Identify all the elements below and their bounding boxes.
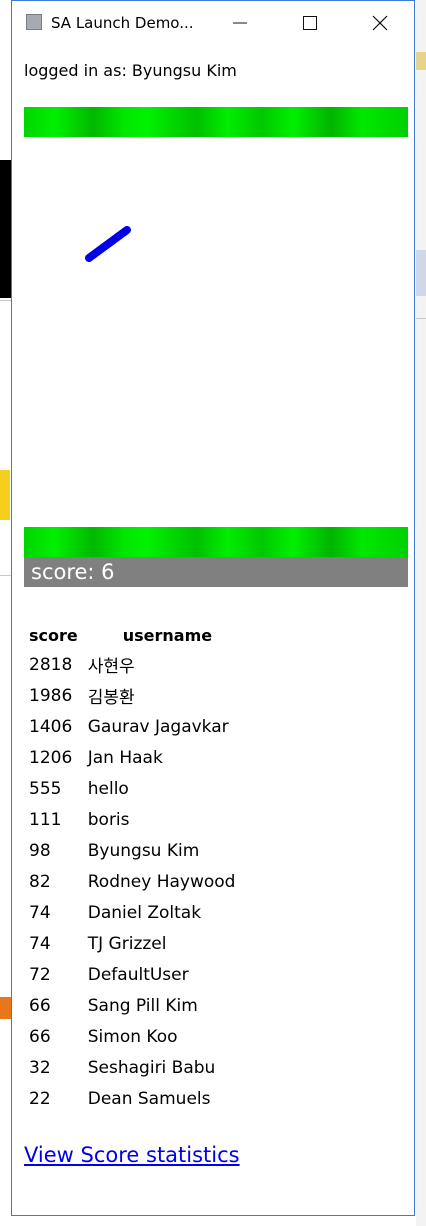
score-cell: 1406 [29,716,73,737]
game-canvas[interactable] [24,137,408,527]
maximize-button[interactable] [287,1,333,45]
close-icon [372,15,388,31]
title-bar[interactable]: SA Launch Demo... [12,1,414,47]
table-row: 555 hello [24,773,240,804]
score-cell: 74 [29,902,51,923]
username-cell: Simon Koo [87,1026,178,1047]
score-cell: 22 [29,1088,51,1109]
table-row: 66 Simon Koo [24,1021,240,1052]
username-cell: hello [87,778,129,799]
score-cell: 82 [29,871,51,892]
table-row: 1206 Jan Haak [24,742,240,773]
paddle [85,226,131,262]
username-cell: Byungsu Kim [87,840,200,861]
table-row: 98 Byungsu Kim [24,835,240,866]
logged-in-label: logged in as: Byungsu Kim [24,61,237,80]
table-row: 22 Dean Samuels [24,1083,240,1114]
username-cell: DefaultUser [87,964,189,985]
score-cell: 66 [29,1026,51,1047]
table-row: 66 Sang Pill Kim [24,990,240,1021]
table-row: 74 Daniel Zoltak [24,897,240,928]
background-yellow-tag [416,52,426,70]
view-score-statistics-link[interactable]: View Score statistics [24,1143,240,1167]
column-header-username: username [122,625,213,645]
minimize-button[interactable] [217,1,263,45]
table-row: 72 DefaultUser [24,959,240,990]
score-display: score: 6 [24,557,408,587]
table-row: 2818 사현우 [24,649,240,680]
username-cell: Daniel Zoltak [87,902,202,923]
username-cell: TJ Grizzel [87,933,167,954]
score-cell: 1986 [29,685,73,706]
background-yellow-button [0,470,10,520]
column-header-score: score [29,625,78,645]
score-cell: 2818 [29,654,73,675]
table-row: 32 Seshagiri Babu [24,1052,240,1083]
score-cell: 98 [29,840,51,861]
background-divider [416,318,426,319]
username-cell: Dean Samuels [87,1088,211,1109]
leaderboard-table: score username 2818 사현우 1986 김봉환 1406 Gaura… [24,621,240,1114]
score-cell: 555 [29,778,62,799]
score-cell: 66 [29,995,51,1016]
table-row: 1406 Gaurav Jagavkar [24,711,240,742]
score-cell: 32 [29,1057,51,1078]
maximize-icon [303,16,317,30]
score-cell: 72 [29,964,51,985]
score-cell: 74 [29,933,51,954]
score-cell: 111 [29,809,62,830]
username-cell: Rodney Haywood [87,871,236,892]
username-cell: Seshagiri Babu [87,1057,216,1078]
window-title: SA Launch Demo... [51,14,194,32]
minimize-icon [233,22,247,24]
app-icon [26,14,42,30]
table-row: 1986 김봉환 [24,680,240,711]
username-cell: 사현우 [87,657,135,677]
table-row: 82 Rodney Haywood [24,866,240,897]
table-row: 111 boris [24,804,240,835]
username-cell: Sang Pill Kim [87,995,198,1016]
background-right-strip [416,0,426,1226]
username-cell: Gaurav Jagavkar [87,716,229,737]
score-cell: 1206 [29,747,73,768]
background-scroll-region [416,250,426,296]
username-cell: Jan Haak [87,747,163,768]
close-button[interactable] [357,1,403,45]
table-header-row: score username [24,621,240,649]
app-window: SA Launch Demo... logged in as: Byungsu … [11,0,415,1216]
username-cell: boris [87,809,130,830]
username-cell: 김봉환 [87,688,135,708]
table-row: 74 TJ Grizzel [24,928,240,959]
game-area[interactable]: score: 6 [24,107,408,587]
bottom-green-bar [24,527,408,557]
top-green-bar [24,107,408,137]
